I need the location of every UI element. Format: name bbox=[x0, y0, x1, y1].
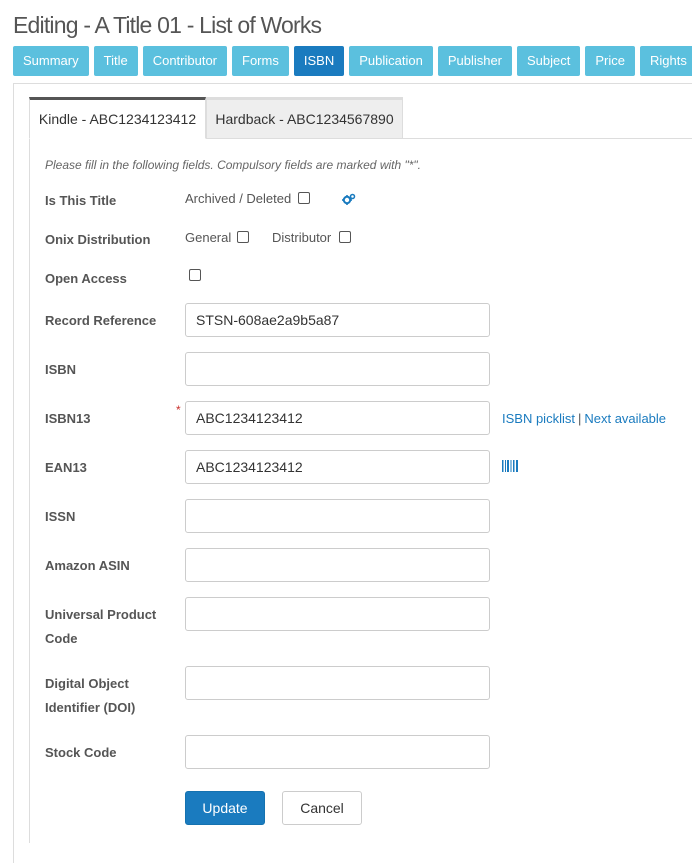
stock-code-label: Stock Code bbox=[45, 745, 117, 760]
isbn13-input[interactable] bbox=[185, 401, 490, 435]
isbn-picklist-link[interactable]: ISBN picklist bbox=[502, 411, 575, 426]
nav-subject[interactable]: Subject bbox=[517, 46, 581, 76]
open-access-label: Open Access bbox=[45, 271, 127, 286]
general-label: General bbox=[185, 230, 232, 245]
upc-label-line2: Code bbox=[45, 631, 78, 646]
distributor-checkbox[interactable] bbox=[339, 231, 351, 243]
tab-content-border bbox=[29, 139, 30, 843]
open-access-checkbox[interactable] bbox=[189, 269, 201, 281]
doi-label-line2: Identifier (DOI) bbox=[45, 700, 136, 715]
barcode-icon[interactable] bbox=[502, 460, 518, 472]
nav-summary[interactable]: Summary bbox=[13, 46, 89, 76]
nav-contributor[interactable]: Contributor bbox=[142, 46, 228, 76]
link-separator: | bbox=[577, 411, 582, 426]
tab-kindle[interactable]: Kindle - ABC1234123412 bbox=[29, 97, 206, 139]
upc-label: Universal Product Code bbox=[45, 603, 175, 651]
is-this-title-label: Is This Title bbox=[45, 193, 117, 208]
isbn-label: ISBN bbox=[45, 362, 77, 377]
distributor-label: Distributor bbox=[272, 230, 332, 245]
general-checkbox[interactable] bbox=[237, 231, 249, 243]
nav-forms[interactable]: Forms bbox=[232, 46, 289, 76]
record-reference-input[interactable] bbox=[185, 303, 490, 337]
section-nav: Summary Title Contributor Forms ISBN Pub… bbox=[13, 46, 692, 76]
doi-input[interactable] bbox=[185, 666, 490, 700]
ean13-label: EAN13 bbox=[45, 460, 87, 475]
nav-publication[interactable]: Publication bbox=[349, 46, 433, 76]
next-available-link[interactable]: Next available bbox=[584, 411, 666, 426]
issn-label: ISSN bbox=[45, 509, 76, 524]
isbn-input[interactable] bbox=[185, 352, 490, 386]
issn-input[interactable] bbox=[185, 499, 490, 533]
nav-publisher[interactable]: Publisher bbox=[437, 46, 513, 76]
onix-distribution-label: Onix Distribution bbox=[45, 232, 151, 247]
nav-isbn[interactable]: ISBN bbox=[293, 46, 345, 76]
doi-label: Digital Object Identifier (DOI) bbox=[45, 672, 175, 720]
isbn-links: ISBN picklist | Next available bbox=[502, 411, 666, 426]
amazon-asin-input[interactable] bbox=[185, 548, 490, 582]
tab-hardback[interactable]: Hardback - ABC1234567890 bbox=[206, 97, 403, 139]
update-button[interactable]: Update bbox=[185, 791, 265, 825]
ean13-input[interactable] bbox=[185, 450, 490, 484]
upc-input[interactable] bbox=[185, 597, 490, 631]
record-reference-label: Record Reference bbox=[45, 313, 157, 328]
stock-code-input[interactable] bbox=[185, 735, 490, 769]
amazon-asin-label: Amazon ASIN bbox=[45, 558, 130, 573]
doi-label-line1: Digital Object bbox=[45, 676, 129, 691]
nav-price[interactable]: Price bbox=[585, 46, 636, 76]
isbn13-label: ISBN13 bbox=[45, 411, 91, 426]
archived-deleted-checkbox[interactable] bbox=[298, 192, 310, 204]
nav-title[interactable]: Title bbox=[93, 46, 138, 76]
required-marker: * bbox=[176, 403, 181, 417]
settings-gears-icon[interactable] bbox=[342, 193, 356, 206]
form-instructions: Please fill in the following fields. Com… bbox=[45, 158, 422, 172]
archived-deleted-label: Archived / Deleted bbox=[185, 191, 292, 206]
cancel-button[interactable]: Cancel bbox=[282, 791, 362, 825]
nav-rights[interactable]: Rights bbox=[640, 46, 692, 76]
page-title: Editing - A Title 01 - List of Works bbox=[13, 12, 322, 38]
upc-label-line1: Universal Product bbox=[45, 607, 157, 622]
